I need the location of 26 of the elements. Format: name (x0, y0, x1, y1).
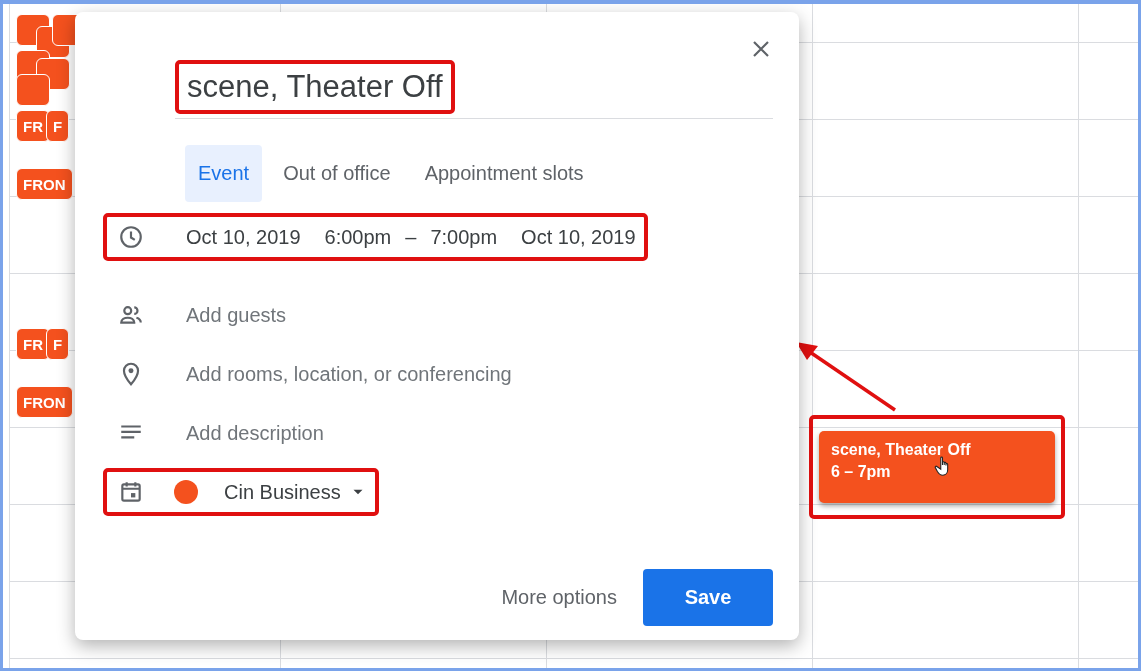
end-date[interactable]: Oct 10, 2019 (521, 225, 636, 249)
event-chip[interactable]: FRON (16, 168, 73, 200)
event-chip[interactable]: FR (16, 328, 50, 360)
calendar-icon (118, 479, 144, 505)
event-chip[interactable]: F (46, 110, 70, 142)
event-chip[interactable]: FRON (16, 386, 73, 418)
start-date[interactable]: Oct 10, 2019 (186, 225, 301, 249)
title-field[interactable]: scene, Theater Off (187, 69, 443, 105)
time-dash: – (405, 225, 417, 249)
tab[interactable]: Event (185, 145, 263, 202)
tab[interactable]: Appointment slots (411, 145, 597, 202)
event-chip[interactable]: F (46, 328, 70, 360)
event-time: 6 – 7pm (831, 462, 891, 482)
event-chip[interactable]: FR (16, 110, 50, 142)
start-time[interactable]: 6:00pm (324, 225, 392, 249)
more-options-button[interactable]: More options (487, 569, 631, 626)
tab[interactable]: Out of office (270, 145, 404, 202)
description-field[interactable]: Add description (186, 421, 324, 445)
clock-icon (118, 224, 144, 250)
end-time[interactable]: 7:00pm (430, 225, 498, 249)
calendar-dropdown[interactable]: Cin Business (224, 480, 367, 504)
event-chip[interactable]: scene, Theater Off 6 – 7pm (819, 431, 1055, 503)
save-button[interactable]: Save (643, 569, 773, 626)
guests-field[interactable]: Add guests (186, 303, 287, 327)
event-title: scene, Theater Off (831, 440, 971, 460)
location-field[interactable]: Add rooms, location, or conferencing (186, 362, 512, 386)
